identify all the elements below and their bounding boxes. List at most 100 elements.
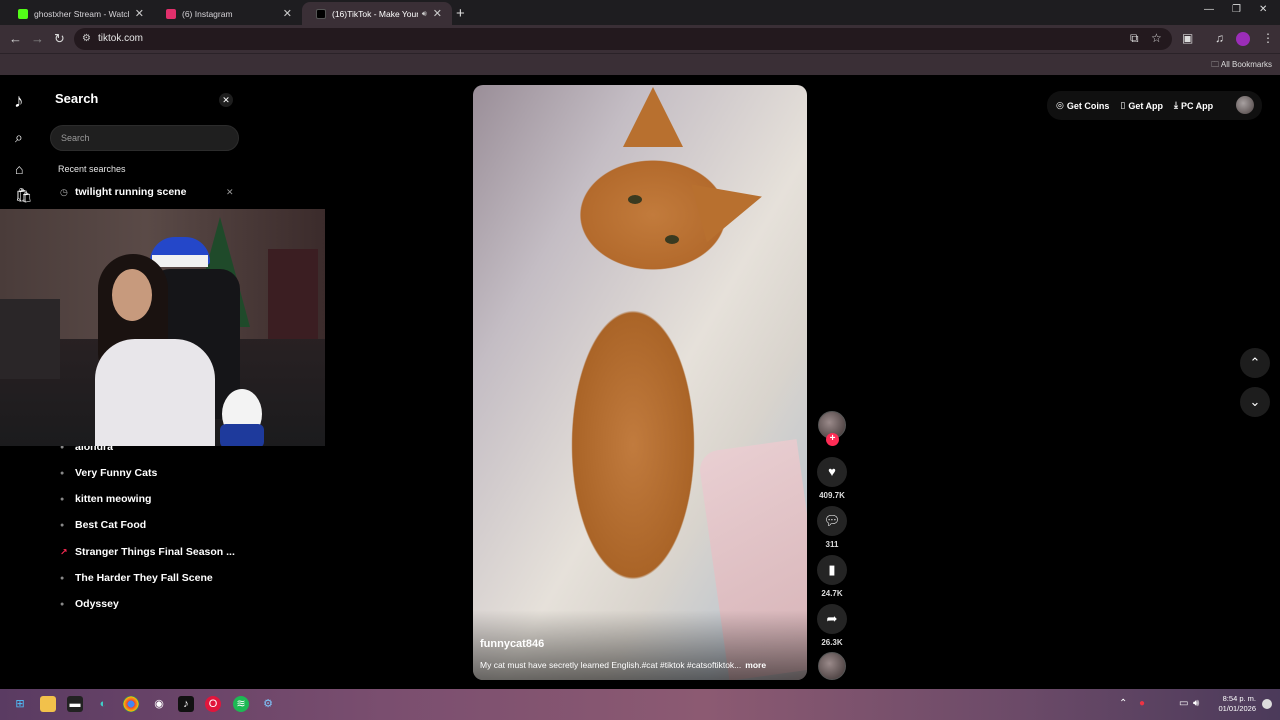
search-icon[interactable]: ⌕ — [15, 129, 23, 146]
get-coins-button[interactable]: ◎ Get Coins — [1056, 100, 1109, 111]
all-bookmarks-button[interactable]: 🗀︎ All Bookmarks — [1211, 59, 1272, 73]
get-app-button[interactable]: ▯ Get App — [1120, 100, 1163, 111]
cat-eye — [665, 235, 679, 244]
new-tab-button[interactable]: + — [456, 5, 465, 22]
forward-icon[interactable]: → — [31, 31, 44, 46]
video-author[interactable]: funnycat846 — [480, 638, 544, 650]
streamer-body — [95, 339, 215, 446]
tiktok-logo-icon[interactable]: ♪ — [14, 91, 24, 113]
webcam-overlay — [0, 209, 325, 446]
tab-title: (16)TikTok - Make Your Day — [332, 8, 418, 19]
clock-date: 01/01/2026 — [1218, 704, 1256, 713]
suggestion-item[interactable]: ● Odyssey — [60, 598, 119, 610]
chrome-icon[interactable] — [123, 696, 139, 712]
bullet-icon: ● — [60, 521, 65, 529]
get-app-label: Get App — [1128, 100, 1163, 111]
more-button[interactable]: more — [745, 660, 766, 670]
all-bookmarks-label: All Bookmarks — [1220, 60, 1272, 69]
settings-icon[interactable]: ⚙ — [260, 696, 276, 712]
kick-favicon-icon — [18, 8, 28, 19]
recent-search-item[interactable]: ◷ twilight running scene ✕ — [60, 186, 234, 198]
media-control-icon[interactable]: ♫ — [1215, 31, 1224, 45]
tray-app-icon[interactable]: ● — [1139, 698, 1145, 709]
next-video-button[interactable]: ⌄ — [1240, 387, 1270, 417]
file-explorer-icon[interactable] — [40, 696, 56, 712]
opera-icon[interactable]: O — [205, 696, 221, 712]
address-bar[interactable]: ⚙ tiktok.com — [74, 28, 1172, 50]
chevron-down-icon: ⌄ — [1249, 394, 1261, 409]
like-button[interactable]: ♥ — [817, 457, 847, 487]
streamer-face — [112, 269, 152, 321]
remove-recent-icon[interactable]: ✕ — [226, 187, 234, 198]
folder-icon: 🗀︎ — [1211, 60, 1221, 69]
tray-chevron-icon[interactable]: ⌃ — [1119, 698, 1127, 709]
video-caption: My cat must have secretly learned Englis… — [480, 660, 800, 670]
phone-icon: ▯ — [1120, 100, 1126, 110]
close-window-icon[interactable]: ✕ — [1259, 4, 1267, 15]
tiktok-taskbar-icon[interactable]: ♪ — [178, 696, 194, 712]
split-view-icon[interactable]: ▣ — [1182, 31, 1193, 45]
cat-ear — [691, 167, 770, 243]
user-avatar[interactable] — [1236, 96, 1254, 114]
santa-hat-band — [152, 255, 208, 267]
taskbar-clock[interactable]: 8:54 p. m. 01/01/2026 — [1208, 694, 1256, 714]
suggestion-item[interactable]: ● kitten meowing — [60, 493, 151, 505]
maximize-icon[interactable]: ❐ — [1232, 4, 1241, 15]
reload-icon[interactable]: ↻ — [54, 31, 65, 47]
windows-taskbar: ⊞ ▬ ◐ ◉ ♪ O ≋ ⚙ ⌃ ● ▭ 🔊︎ 8:54 p. m. 01/0… — [0, 689, 1280, 720]
obs-icon[interactable]: ◉ — [151, 696, 167, 712]
home-icon[interactable]: ⌂ — [15, 161, 23, 177]
webcam-lights — [268, 249, 318, 339]
comment-icon: 💬︎ — [823, 513, 841, 528]
tab-kick[interactable]: ghostxher Stream - Watch Live ✕ — [4, 2, 154, 25]
site-info-icon[interactable]: ⚙ — [82, 33, 91, 44]
music-disc-avatar[interactable] — [818, 652, 846, 680]
install-app-icon[interactable]: ⧉ — [1130, 31, 1139, 46]
tiktok-page: ♪ ⌕ ⌂ 🛍︎ Search ✕ Recent searches ◷ twil… — [0, 75, 1280, 689]
close-search-button[interactable]: ✕ — [219, 93, 233, 107]
tab-instagram[interactable]: (6) Instagram ✕ — [152, 2, 302, 25]
close-tab-icon[interactable]: ✕ — [135, 7, 144, 20]
close-tab-icon[interactable]: ✕ — [283, 7, 292, 20]
suggestion-label: The Harder They Fall Scene — [75, 572, 213, 584]
follow-button[interactable]: + — [826, 433, 839, 446]
edge-icon[interactable]: ◐ — [95, 696, 111, 712]
profile-avatar[interactable] — [1236, 32, 1250, 46]
suggestion-label: kitten meowing — [75, 493, 152, 505]
recent-search-label: twilight running scene — [75, 186, 187, 198]
suggestion-label: Odyssey — [75, 598, 119, 610]
share-count: 26.3K — [821, 638, 843, 647]
shop-icon[interactable]: 🛍︎ — [15, 187, 33, 204]
bookmark-star-icon[interactable]: ☆ — [1151, 31, 1162, 45]
url-text[interactable]: tiktok.com — [98, 33, 143, 44]
spotify-icon[interactable]: ≋ — [233, 696, 249, 712]
windows-start-icon[interactable]: ⊞ — [12, 696, 28, 712]
video-player[interactable]: funnycat846 My cat must have secretly le… — [473, 85, 807, 680]
search-input[interactable] — [50, 125, 239, 151]
app-icon[interactable]: ▬ — [67, 696, 83, 712]
tab-title: ghostxher Stream - Watch Live — [34, 8, 129, 19]
menu-icon[interactable]: ⋮ — [1262, 31, 1274, 45]
notification-icon[interactable] — [1262, 699, 1272, 709]
minimize-icon[interactable]: — — [1204, 4, 1214, 15]
speaker-icon[interactable]: 🔊︎ — [422, 9, 427, 19]
back-icon[interactable]: ← — [9, 31, 22, 46]
caption-text: My cat must have secretly learned Englis… — [480, 660, 742, 670]
network-icon[interactable]: ▭ — [1179, 698, 1188, 709]
suggestion-label: Very Funny Cats — [75, 467, 158, 479]
save-button[interactable]: ▮ — [817, 555, 847, 585]
close-tab-icon[interactable]: ✕ — [433, 7, 442, 20]
pc-app-button[interactable]: ⤓ PC App — [1174, 100, 1213, 111]
chevron-up-icon: ⌃ — [1249, 355, 1261, 370]
download-icon: ⤓ — [1174, 100, 1178, 110]
teddy-bear-shirt — [220, 424, 264, 446]
comment-button[interactable]: 💬︎ — [817, 506, 847, 536]
previous-video-button[interactable]: ⌃ — [1240, 348, 1270, 378]
tab-tiktok[interactable]: (16)TikTok - Make Your Day 🔊︎ ✕ — [302, 2, 452, 25]
suggestion-item[interactable]: ● The Harder They Fall Scene — [60, 572, 213, 584]
volume-icon[interactable]: 🔊︎ — [1193, 698, 1199, 709]
suggestion-item[interactable]: ● Very Funny Cats — [60, 467, 157, 479]
share-button[interactable]: ➦ — [817, 604, 847, 634]
suggestion-item[interactable]: ● Best Cat Food — [60, 519, 146, 531]
suggestion-item[interactable]: ↗ Stranger Things Final Season ... — [60, 546, 235, 558]
